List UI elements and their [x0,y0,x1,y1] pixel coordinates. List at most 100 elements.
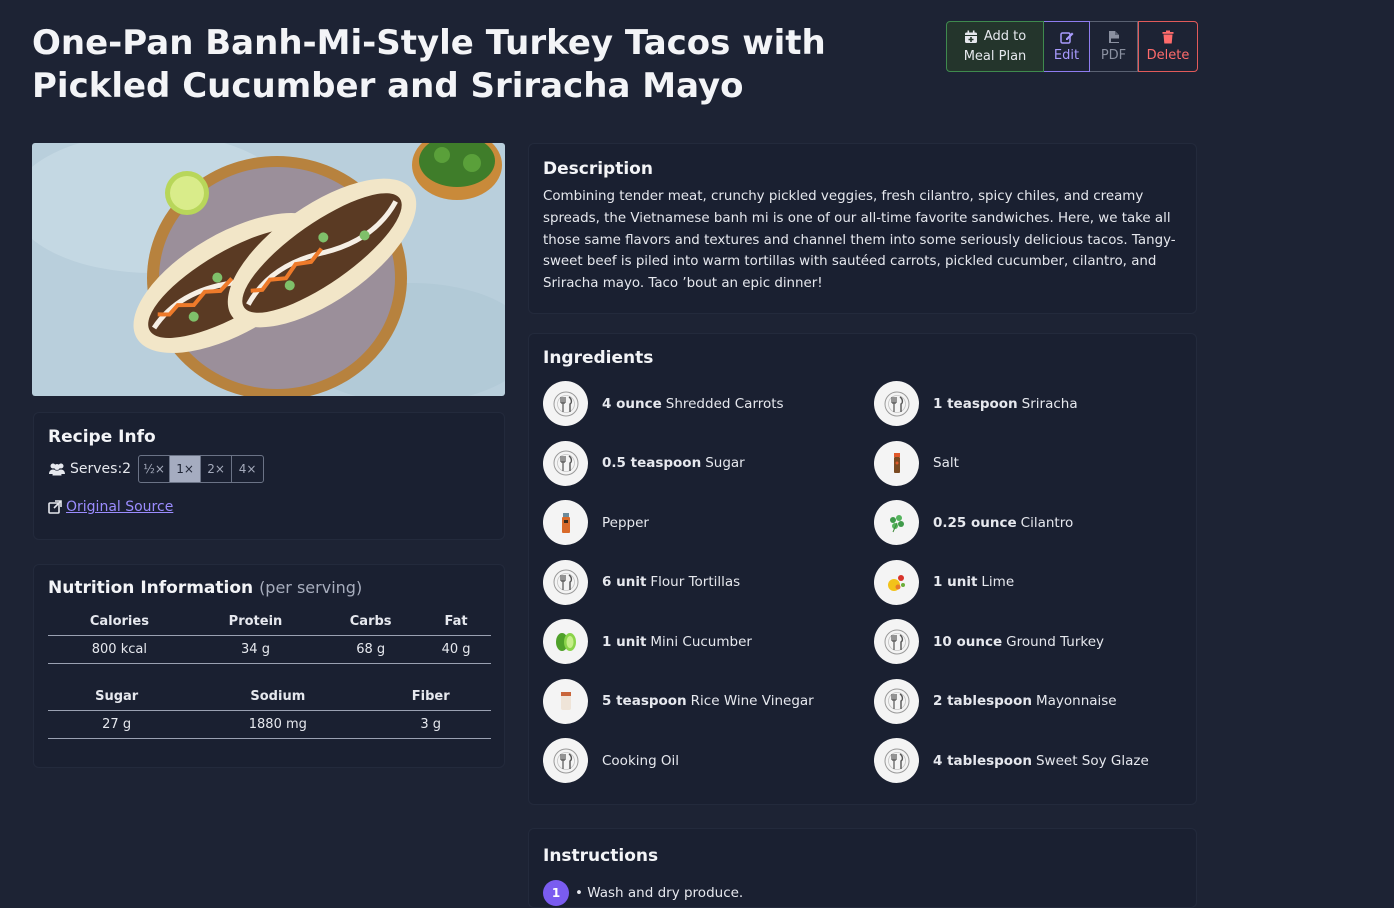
fat-header: Fat [421,608,491,636]
ingredient-text: 2 tablespoon Mayonnaise [933,693,1117,709]
serving-scale-group: ½× 1× 2× 4× [138,455,265,483]
ingredient-quantity: 2 tablespoon [933,693,1032,710]
description-title: Description [543,159,653,179]
ingredient-text: 0.5 teaspoon Sugar [602,455,745,471]
recipe-photo [32,143,505,396]
utensils-icon [874,619,919,665]
ingredient-item: 5 teaspoon Rice Wine Vinegar [543,672,874,732]
pdf-button[interactable]: PDF [1090,21,1138,72]
utensils-icon [543,381,588,427]
ingredient-quantity: 1 teaspoon [933,395,1018,412]
nutrition-title: Nutrition Information (per serving) [48,578,490,598]
scale-half-button[interactable]: ½× [139,456,171,482]
ingredient-item: 1 teaspoon Sriracha [874,374,1174,434]
ingredient-item: 4 tablespoon Sweet Soy Glaze [874,731,1174,791]
ingredient-name: Sugar [705,455,745,472]
external-link-icon [48,500,62,514]
meal-plan-label: Meal Plan [963,49,1027,64]
ingredients-list: 4 ounce Shredded Carrots 1 teaspoon Srirach… [543,374,1182,791]
delete-button[interactable]: Delete [1138,21,1198,72]
nutrition-subtitle: (per serving) [259,578,363,597]
utensils-icon [543,738,588,784]
source-row: Original Source [48,499,490,515]
ingredient-text: 4 ounce Shredded Carrots [602,396,784,412]
pepper-mill-icon [543,500,588,546]
serves-row: Serves: 2 ½× 1× 2× 4× [48,455,490,483]
instructions-card: Instructions 1 • Wash and dry produce. [528,828,1197,908]
add-to-meal-plan-button[interactable]: Add to Meal Plan [946,21,1044,72]
ingredient-item: Pepper [543,493,874,553]
nutrition-card: Nutrition Information (per serving) Calo… [33,564,505,768]
ingredient-text: 4 tablespoon Sweet Soy Glaze [933,753,1149,769]
utensils-icon [543,440,588,486]
ingredient-name: Sweet Soy Glaze [1035,752,1149,769]
scale-4x-button[interactable]: 4× [232,456,263,482]
ingredient-text: 0.25 ounce Cilantro [933,515,1073,531]
ingredient-text: 1 teaspoon Sriracha [933,396,1078,412]
serves-value: 2 [122,461,132,477]
ingredient-quantity: 0.25 ounce [933,514,1017,531]
utensils-icon [874,738,919,784]
ingredient-name: Shredded Carrots [665,395,784,412]
pdf-file-icon [1108,30,1119,43]
step-text: • Wash and dry produce. [575,885,744,901]
vinegar-icon [543,678,588,724]
ingredient-quantity: 4 ounce [602,395,662,412]
carbs-header: Carbs [320,608,422,636]
description-card: Description Combining tender meat, crunc… [528,143,1197,314]
ingredient-item: 0.25 ounce Cilantro [874,493,1174,553]
sugar-value: 27 g [48,710,186,739]
utensils-icon [874,678,919,724]
nutrition-table-main: Calories Protein Carbs Fat 800 kcal 34 g… [48,608,491,664]
ingredient-item: 1 unit Mini Cucumber [543,612,874,672]
fiber-header: Fiber [370,683,491,711]
trash-icon [1162,30,1174,43]
edit-button[interactable]: Edit [1044,21,1090,72]
instruction-step: 1 • Wash and dry produce. [543,880,1182,906]
calories-value: 800 kcal [48,635,191,664]
ingredient-item: 10 ounce Ground Turkey [874,612,1174,672]
ingredient-item: 2 tablespoon Mayonnaise [874,672,1174,732]
ingredient-name: Sriracha [1021,395,1078,412]
ingredient-quantity: 10 ounce [933,633,1003,650]
carbs-value: 68 g [320,635,422,664]
recipe-actions: Add to Meal Plan Edit PDF Delete [946,21,1198,72]
ingredients-card: Ingredients 4 ounce Shredded Carrots 1 tea… [528,333,1197,805]
ingredient-text: Salt [933,455,959,471]
ingredient-name: Flour Tortillas [650,574,741,591]
instructions-title: Instructions [543,846,659,866]
ingredient-text: 6 unit Flour Tortillas [602,574,740,590]
ingredient-text: 1 unit Lime [933,574,1014,590]
description-text: Combining tender meat, crunchy pickled v… [543,189,1176,292]
sodium-value: 1880 mg [185,710,371,739]
original-source-link[interactable]: Original Source [66,499,173,515]
ingredient-quantity: 0.5 teaspoon [602,455,702,472]
scale-1x-button[interactable]: 1× [170,456,202,482]
page-title: One-Pan Banh-Mi-Style Turkey Tacos with … [32,23,826,106]
ingredient-item: 6 unit Flour Tortillas [543,553,874,613]
ingredient-text: 1 unit Mini Cucumber [602,634,752,650]
protein-header: Protein [190,608,321,636]
scale-2x-button[interactable]: 2× [201,456,233,482]
recipe-info-title: Recipe Info [48,427,156,447]
add-to-label: Add to [983,29,1027,44]
ingredient-text: Cooking Oil [602,753,679,769]
cucumber-icon [543,619,588,665]
utensils-icon [874,381,919,427]
ingredient-quantity: 5 teaspoon [602,693,687,710]
ingredient-name: Ground Turkey [1006,633,1105,650]
edit-icon [1059,31,1073,44]
ingredient-item: 1 unit Lime [874,553,1174,613]
ingredient-item: Salt [874,434,1174,494]
ingredient-name: Cooking Oil [602,752,680,769]
lime-icon [874,559,919,605]
ingredient-name: Mayonnaise [1035,693,1117,710]
ingredient-name: Cilantro [1020,514,1074,531]
serves-label: Serves: [70,461,123,477]
ingredients-title: Ingredients [543,348,654,368]
fat-value: 40 g [421,635,491,664]
ingredient-quantity: 6 unit [602,574,647,591]
ingredient-text: Pepper [602,515,649,531]
recipe-info-card: Recipe Info Serves: 2 ½× 1× 2× 4× Origin… [33,412,505,540]
nutrition-table-secondary: Sugar Sodium Fiber 27 g 1880 mg 3 g [48,683,491,739]
